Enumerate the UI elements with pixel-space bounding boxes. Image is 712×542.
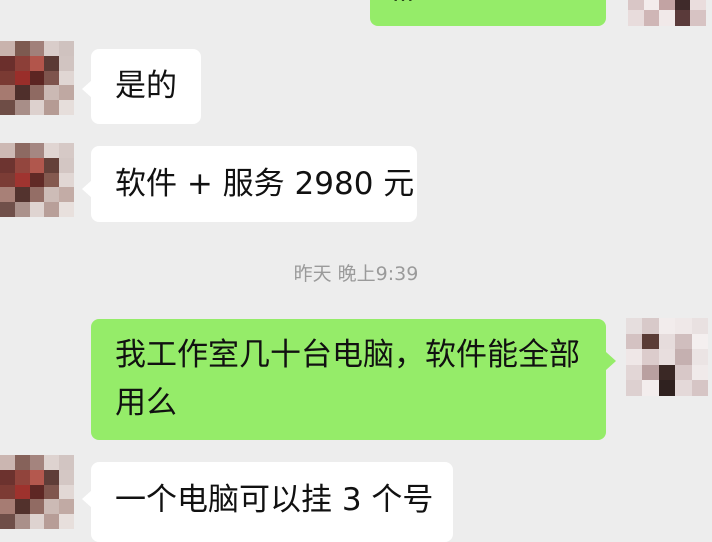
bubble-tail <box>606 352 616 370</box>
message-text: 一个电脑可以挂 3 个号 <box>115 482 434 518</box>
message-text: 我工作室几十台电脑，软件能全部用么 <box>115 337 580 421</box>
contact-avatar-1[interactable] <box>0 41 74 115</box>
message-bubble-outgoing[interactable]: 我工作室几十台电脑，软件能全部用么 <box>91 319 606 440</box>
message-text-cropped: … <box>392 0 414 7</box>
timestamp: 昨天 晚上9:39 <box>293 263 419 285</box>
contact-avatar-2[interactable] <box>0 143 74 217</box>
contact-avatar-3[interactable] <box>0 455 74 529</box>
my-avatar[interactable] <box>626 318 708 396</box>
message-bubble-incoming[interactable]: 一个电脑可以挂 3 个号 <box>91 462 453 542</box>
my-avatar-top[interactable] <box>628 0 706 26</box>
message-text: 软件 + 服务 2980 元 <box>115 166 415 202</box>
message-text: 是的 <box>115 68 177 104</box>
message-bubble-incoming[interactable]: 软件 + 服务 2980 元 <box>91 146 417 222</box>
message-bubble-outgoing-cropped[interactable]: … <box>370 0 606 26</box>
message-bubble-incoming[interactable]: 是的 <box>91 49 201 124</box>
